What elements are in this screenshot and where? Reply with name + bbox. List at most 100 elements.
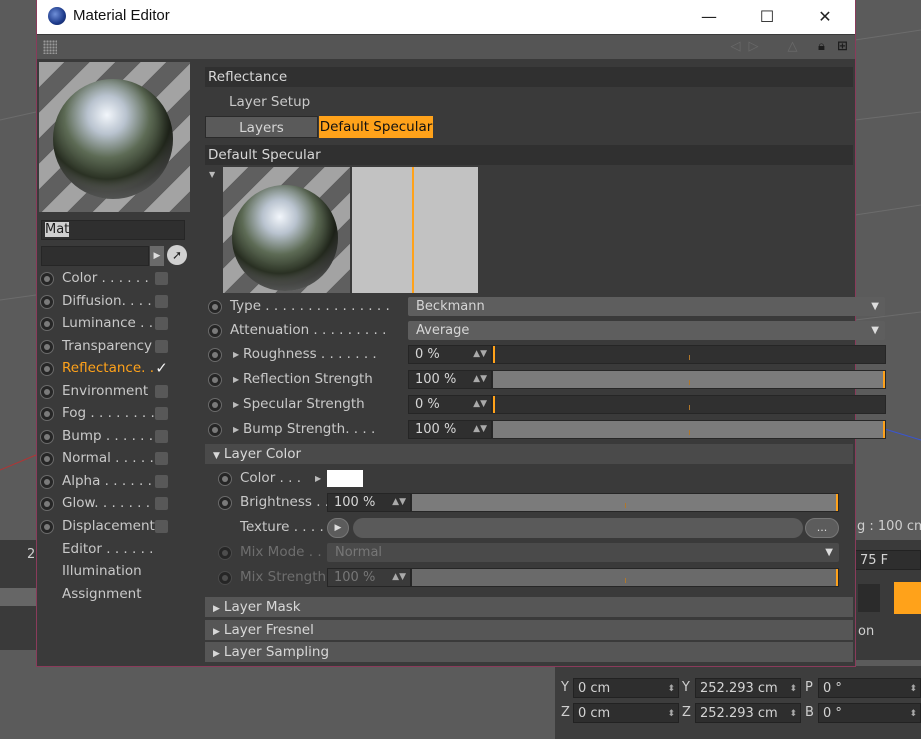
channel-checkbox[interactable] [155, 497, 168, 510]
channel-radio[interactable] [40, 294, 54, 309]
coord-position-field[interactable]: 0 cm ⬍ [573, 678, 679, 698]
texture-browse-button[interactable]: ... [805, 518, 839, 538]
coord-position-field[interactable]: 0 cm ⬍ [573, 703, 679, 723]
animate-radio[interactable] [208, 373, 222, 387]
slider-handle[interactable] [883, 421, 885, 438]
tag-arrow-button[interactable]: ▶ [150, 246, 164, 266]
channel-item[interactable]: Reflectance. . ✓ [39, 358, 199, 380]
specular-strength-slider[interactable] [492, 395, 886, 414]
maximize-button[interactable]: ☐ [738, 0, 796, 34]
channel-radio[interactable] [40, 339, 54, 354]
color-swatch[interactable] [327, 470, 363, 487]
channel-item[interactable]: Fog . . . . . . . . [39, 403, 199, 425]
title-bar[interactable]: Material Editor — ☐ ✕ [37, 0, 855, 34]
pick-cursor-icon[interactable]: ➚ [167, 245, 187, 265]
layer-mask-header[interactable]: ▶ Layer Mask [205, 597, 853, 617]
attenuation-dropdown[interactable]: Average ▼ [408, 321, 885, 340]
reflection-strength-field[interactable]: 100 % ▲▼ [408, 370, 492, 389]
material-tag-field[interactable] [41, 246, 149, 266]
coord-rotation-field[interactable]: 0 ° ⬍ [818, 678, 921, 698]
channel-checkbox[interactable] [155, 474, 168, 488]
animate-radio[interactable] [218, 496, 232, 510]
channel-item[interactable]: Alpha . . . . . . [39, 471, 199, 493]
layer-preview[interactable] [223, 167, 350, 293]
back-arrow-icon[interactable]: ◁ [727, 38, 744, 55]
animate-radio[interactable] [208, 423, 222, 437]
timeline-scrollbar[interactable] [0, 588, 36, 606]
texture-arrow-button[interactable]: ▶ [327, 518, 349, 538]
channel-checkbox[interactable] [155, 339, 168, 353]
animate-radio[interactable] [208, 348, 222, 362]
slider-handle[interactable] [493, 396, 495, 413]
expand-arrow-icon[interactable]: ▶ [315, 474, 321, 483]
channel-radio[interactable] [40, 272, 54, 286]
up-arrow-icon[interactable]: △ [784, 38, 801, 55]
minimize-button[interactable]: — [680, 0, 738, 34]
channel-item[interactable]: Color . . . . . . [39, 268, 199, 290]
expand-arrow-icon[interactable]: ▶ [233, 350, 239, 359]
roughness-slider[interactable] [492, 345, 886, 364]
channel-item[interactable]: Bump . . . . . . [39, 426, 199, 448]
film-icon[interactable] [894, 582, 921, 614]
coord-rotation-field[interactable]: 0 ° ⬍ [818, 703, 921, 723]
animate-radio[interactable] [208, 324, 222, 338]
channel-item[interactable]: Transparency [39, 336, 199, 358]
slider-handle[interactable] [836, 569, 838, 586]
channel-checkmark-icon[interactable]: ✓ [155, 361, 168, 376]
channel-radio[interactable] [40, 452, 54, 466]
forward-arrow-icon[interactable]: ▷ [745, 38, 762, 55]
animate-radio[interactable] [208, 300, 222, 314]
channel-checkbox[interactable] [155, 272, 168, 285]
layer-sampling-header[interactable]: ▶ Layer Sampling [205, 642, 853, 662]
channel-radio[interactable] [40, 317, 54, 331]
frame-field[interactable]: 75 F [855, 550, 921, 570]
channel-radio[interactable] [40, 429, 54, 444]
reflection-strength-slider[interactable] [492, 370, 886, 389]
expand-arrow-icon[interactable]: ▶ [233, 425, 239, 434]
brightness-slider[interactable] [411, 493, 839, 512]
coord-size-field[interactable]: 252.293 cm ⬍ [695, 678, 801, 698]
channel-radio[interactable] [40, 407, 54, 421]
lock-icon[interactable]: 🔒︎ [813, 38, 830, 55]
channel-item[interactable]: Diffusion. . . . [39, 291, 199, 313]
channel-item[interactable]: Normal . . . . . [39, 448, 199, 470]
channel-radio[interactable] [40, 474, 54, 489]
assignment-item[interactable]: Assignment [62, 586, 141, 602]
animate-radio[interactable] [218, 472, 232, 486]
channel-checkbox[interactable] [155, 407, 168, 420]
material-preview[interactable] [39, 62, 190, 212]
channel-radio[interactable] [40, 384, 54, 399]
material-name-field[interactable]: Mat [41, 220, 185, 240]
illumination-item[interactable]: Illumination [62, 563, 142, 579]
channel-item[interactable]: Displacement [39, 516, 199, 538]
collapse-triangle-icon[interactable]: ▼ [209, 170, 215, 179]
channel-checkbox[interactable] [155, 317, 168, 330]
coord-size-field[interactable]: 252.293 cm ⬍ [695, 703, 801, 723]
dots-icon[interactable] [858, 584, 880, 612]
brightness-field[interactable]: 100 % ▲▼ [327, 493, 411, 512]
bump-strength-field[interactable]: 100 % ▲▼ [408, 420, 492, 439]
channel-item[interactable]: Environment [39, 381, 199, 403]
channel-radio[interactable] [40, 519, 54, 534]
expand-arrow-icon[interactable]: ▶ [233, 400, 239, 409]
animate-radio[interactable] [208, 398, 222, 412]
slider-handle[interactable] [836, 494, 838, 511]
new-panel-icon[interactable]: ⊞ [834, 38, 851, 55]
channel-checkbox[interactable] [155, 294, 168, 308]
bump-strength-slider[interactable] [492, 420, 886, 439]
texture-field[interactable] [353, 518, 803, 538]
roughness-field[interactable]: 0 % ▲▼ [408, 345, 492, 364]
close-button[interactable]: ✕ [796, 0, 854, 34]
layer-fresnel-header[interactable]: ▶ Layer Fresnel [205, 620, 853, 640]
channel-checkbox[interactable] [155, 519, 168, 533]
grip-icon[interactable] [43, 40, 57, 54]
channel-radio[interactable] [40, 497, 54, 511]
expand-arrow-icon[interactable]: ▶ [233, 375, 239, 384]
slider-handle[interactable] [883, 371, 885, 388]
channel-checkbox[interactable] [155, 452, 168, 465]
channel-item[interactable]: Luminance . . [39, 313, 199, 335]
channel-radio[interactable] [40, 362, 54, 376]
editor-item[interactable]: Editor . . . . . . [62, 541, 153, 557]
tab-default-specular[interactable]: Default Specular [319, 116, 433, 138]
channel-checkbox[interactable] [155, 429, 168, 443]
